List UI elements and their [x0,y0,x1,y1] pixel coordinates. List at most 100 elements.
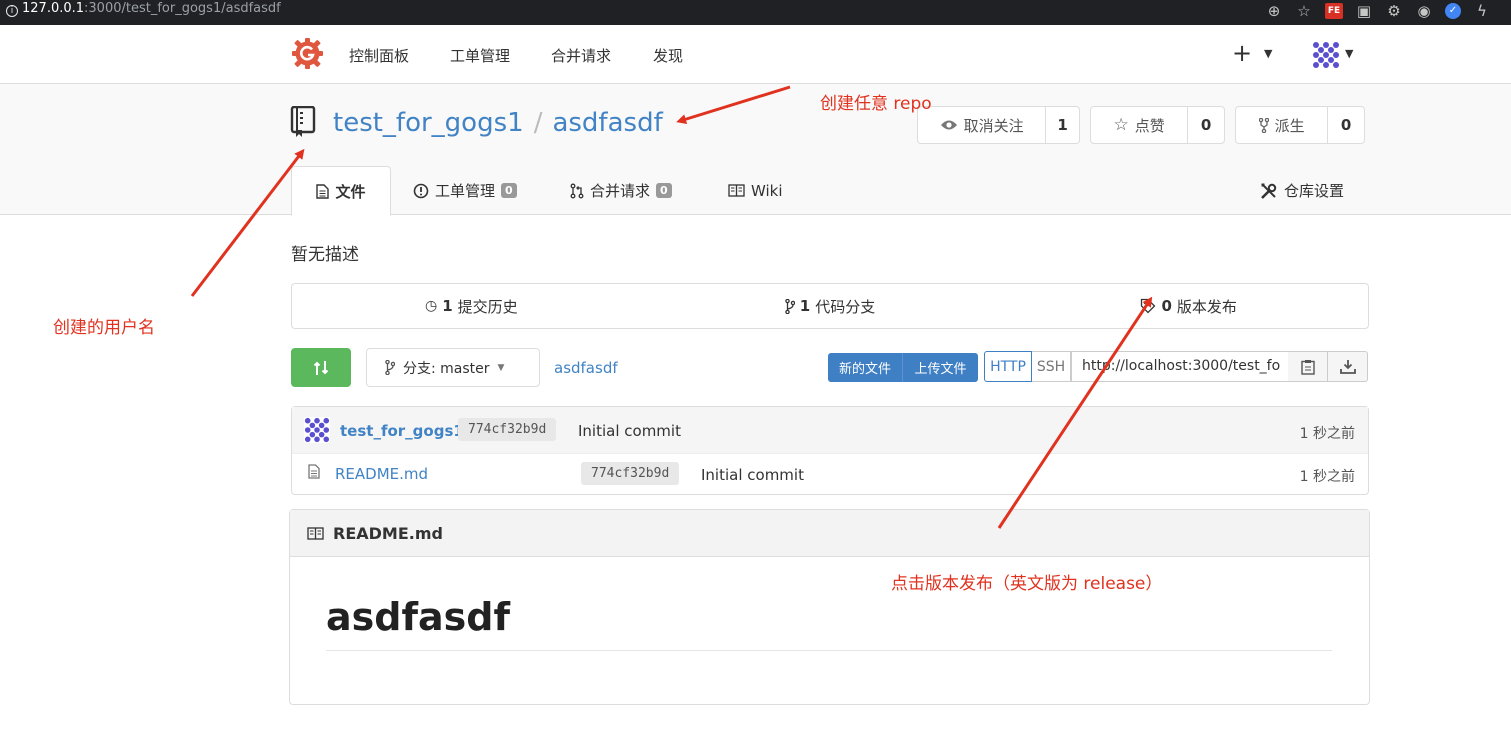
tab-files-label: 文件 [335,182,366,201]
fork-button[interactable]: 派生 [1236,107,1329,143]
readme-heading: asdfasdf [326,595,510,639]
watch-count[interactable]: 1 [1046,107,1079,143]
tab-files[interactable]: 文件 [291,166,391,216]
commits-count: 1 [442,297,453,315]
file-commit-time: 1 秒之前 [1299,469,1355,485]
fork-count[interactable]: 0 [1328,107,1364,143]
compare-arrows-icon [313,360,329,375]
star-label: 点赞 [1134,116,1165,135]
repo-description: 暂无描述 [291,245,359,265]
issue-opened-icon [413,183,429,198]
fe-extension-icon[interactable]: FE [1325,3,1343,19]
commits-label: 提交历史 [457,297,518,316]
releases-label: 版本发布 [1176,297,1237,316]
repo-tabs: 文件 工单管理 0 合并请求 0 Wiki 仓库设置 [0,166,1511,216]
branches-label: 代码分支 [815,297,876,316]
extension-icon[interactable]: ▣ [1355,2,1373,20]
fork-button-group: 派生 0 [1235,106,1365,144]
http-protocol-button[interactable]: HTTP [984,351,1032,382]
file-commit-sha[interactable]: 774cf32b9d [581,462,680,485]
star-icon: ☆ [1113,115,1129,135]
commits-stat[interactable]: ◷ 1 提交历史 [292,284,651,328]
compare-button[interactable] [291,348,351,387]
author-avatar[interactable] [304,417,330,443]
tab-wiki-label: Wiki [751,181,783,200]
clone-url-input[interactable]: http://localhost:3000/test_fo [1071,351,1289,382]
eye-icon [940,120,957,130]
create-dropdown-icon[interactable]: ▼ [1264,47,1272,60]
tools-icon [1261,183,1277,199]
clipboard-icon [1300,359,1315,375]
circle-extension-icon[interactable]: ◉ [1415,2,1433,20]
branches-count: 1 [799,297,811,315]
copy-clone-url-button[interactable] [1288,351,1328,382]
nav-issues[interactable]: 工单管理 [450,45,510,66]
blue-extension-icon[interactable]: ✓ [1445,3,1461,19]
lightning-extension-icon[interactable]: ϟ [1473,2,1491,20]
repo-title-separator: / [533,108,543,138]
annotation-username: 创建的用户名 [53,318,155,338]
repo-book-icon [290,106,316,137]
settings-extension-icon[interactable]: ⚙ [1385,2,1403,20]
file-commit-message[interactable]: Initial commit [701,466,804,484]
readme-header: README.md [290,510,1369,557]
download-button[interactable] [1328,351,1368,382]
nav-explore[interactable]: 发现 [653,45,683,66]
book-icon [307,526,324,540]
browser-tools: ⊕ ☆ FE ▣ ⚙ ◉ ✓ ϟ [1265,2,1491,20]
upload-file-button[interactable]: 上传文件 [902,353,978,382]
nav-dashboard[interactable]: 控制面板 [349,45,409,66]
star-button[interactable]: ☆ 点赞 [1091,107,1189,143]
branch-selector-label: 分支: master [403,360,490,377]
zoom-icon[interactable]: ⊕ [1265,2,1283,20]
user-dropdown-icon[interactable]: ▼ [1345,47,1353,60]
branch-icon [385,360,395,375]
watch-button-group: 取消关注 1 [917,106,1080,144]
branches-stat[interactable]: 1 代码分支 [651,284,1010,328]
branch-selector[interactable]: 分支: master ▼ [366,348,540,387]
readme-panel: README.md asdfasdf [289,509,1370,705]
chevron-down-icon: ▼ [497,362,505,373]
tab-settings[interactable]: 仓库设置 [1260,166,1344,215]
tab-wiki[interactable]: Wiki [728,166,783,215]
repo-owner-link[interactable]: test_for_gogs1 [333,108,524,138]
star-button-group: ☆ 点赞 0 [1090,106,1225,144]
ssh-protocol-button[interactable]: SSH [1032,351,1071,382]
annotation-create-repo: 创建任意 repo [820,94,932,114]
commit-sha[interactable]: 774cf32b9d [458,418,557,441]
file-text-icon [308,464,320,479]
file-table: test_for_gogs1 774cf32b9d Initial commit… [291,406,1369,495]
star-count[interactable]: 0 [1188,107,1224,143]
info-icon[interactable]: i [6,5,18,17]
commit-author-link[interactable]: test_for_gogs1 [340,422,464,440]
path-breadcrumb[interactable]: asdfasdf [554,359,618,377]
unwatch-button[interactable]: 取消关注 [918,107,1047,143]
tab-issues[interactable]: 工单管理 0 [413,166,517,215]
gogs-logo-icon[interactable] [291,37,324,70]
file-name-link[interactable]: README.md [335,465,428,483]
url-path: :3000/test_for_gogs1/asdfasdf [84,1,281,16]
url-host: 127.0.0.1 [22,1,85,16]
repo-title: test_for_gogs1 / asdfasdf [333,108,663,138]
repo-name-link[interactable]: asdfasdf [552,108,662,138]
tab-issues-label: 工单管理 [435,182,496,200]
repo-stats-bar: ◷ 1 提交历史 1 代码分支 0 版本发布 [291,283,1369,329]
git-pull-request-icon [570,183,584,198]
book-icon [728,184,745,197]
top-navbar: 控制面板 工单管理 合并请求 发现 + ▼ ▼ [0,25,1511,84]
create-new-button[interactable]: + [1232,39,1252,67]
readme-filename: README.md [333,523,443,543]
new-file-button[interactable]: 新的文件 [828,353,902,382]
file-row: README.md 774cf32b9d Initial commit 1 秒之… [292,454,1368,495]
file-text-icon [316,183,330,199]
history-icon: ◷ [425,298,438,314]
pulls-count-badge: 0 [656,183,672,198]
nav-pulls[interactable]: 合并请求 [551,45,611,66]
tab-pulls[interactable]: 合并请求 0 [570,166,672,215]
browser-bar: i 127.0.0.1:3000/test_for_gogs1/asdfasdf … [0,0,1511,25]
releases-stat[interactable]: 0 版本发布 [1009,284,1368,328]
fork-icon [1258,117,1269,133]
address-bar[interactable]: i 127.0.0.1:3000/test_for_gogs1/asdfasdf [6,1,281,17]
bookmark-star-icon[interactable]: ☆ [1295,2,1313,20]
user-avatar[interactable] [1312,41,1340,69]
